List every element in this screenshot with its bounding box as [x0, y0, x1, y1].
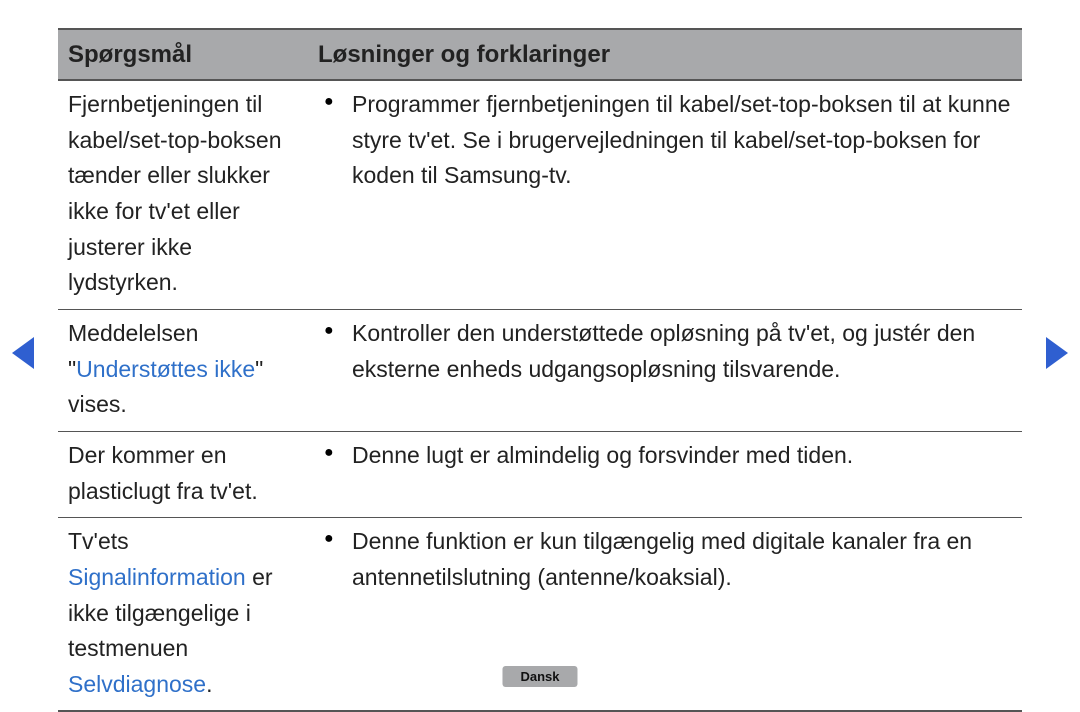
header-solution: Løsninger og forklaringer — [308, 29, 1022, 80]
solution-list: Kontroller den understøttede opløsning p… — [318, 316, 1012, 387]
language-badge: Dansk — [502, 666, 577, 687]
solution-cell: Programmer fjernbetjeningen til kabel/se… — [308, 80, 1022, 309]
page-content: Spørgsmål Løsninger og forklaringer Fjer… — [58, 28, 1022, 677]
solution-cell: Kontroller den understøttede opløsning p… — [308, 310, 1022, 432]
solution-cell: Denne lugt er almindelig og forsvinder m… — [308, 431, 1022, 517]
nav-prev-icon[interactable] — [12, 337, 34, 369]
question-text: . — [206, 671, 212, 697]
header-question: Spørgsmål — [58, 29, 308, 80]
solution-list: Programmer fjernbetjeningen til kabel/se… — [318, 87, 1012, 194]
table-row: Der kommer en plasticlugt fra tv'et. Denn… — [58, 431, 1022, 517]
nav-next-icon[interactable] — [1046, 337, 1068, 369]
solution-list: Denne lugt er almindelig og forsvinder m… — [318, 438, 1012, 474]
question-cell: Meddelelsen "Understøttes ikke" vises. — [58, 310, 308, 432]
question-highlight: Selvdiagnose — [68, 671, 206, 697]
solution-cell: Denne funktion er kun tilgængelig med di… — [308, 518, 1022, 712]
question-cell: Tv'ets Signalinformation er ikke tilgæng… — [58, 518, 308, 712]
question-highlight: Understøttes ikke — [76, 356, 255, 382]
table-body: Fjernbetjeningen til kabel/set-top-bokse… — [58, 80, 1022, 711]
solution-list: Denne funktion er kun tilgængelig med di… — [318, 524, 1012, 595]
question-cell: Der kommer en plasticlugt fra tv'et. — [58, 431, 308, 517]
question-text: Der kommer en plasticlugt fra tv'et. — [68, 442, 258, 504]
solution-item: Denne funktion er kun tilgængelig med di… — [318, 524, 1012, 595]
troubleshoot-table: Spørgsmål Løsninger og forklaringer Fjer… — [58, 28, 1022, 712]
question-text: Tv'ets — [68, 528, 129, 554]
table-header-row: Spørgsmål Løsninger og forklaringer — [58, 29, 1022, 80]
table-row: Meddelelsen "Understøttes ikke" vises.Ko… — [58, 310, 1022, 432]
table-row: Fjernbetjeningen til kabel/set-top-bokse… — [58, 80, 1022, 309]
solution-item: Denne lugt er almindelig og forsvinder m… — [318, 438, 1012, 474]
question-text: Fjernbetjeningen til kabel/set-top-bokse… — [68, 91, 282, 295]
question-highlight: Signalinformation — [68, 564, 246, 590]
solution-item: Programmer fjernbetjeningen til kabel/se… — [318, 87, 1012, 194]
solution-item: Kontroller den understøttede opløsning p… — [318, 316, 1012, 387]
question-cell: Fjernbetjeningen til kabel/set-top-bokse… — [58, 80, 308, 309]
